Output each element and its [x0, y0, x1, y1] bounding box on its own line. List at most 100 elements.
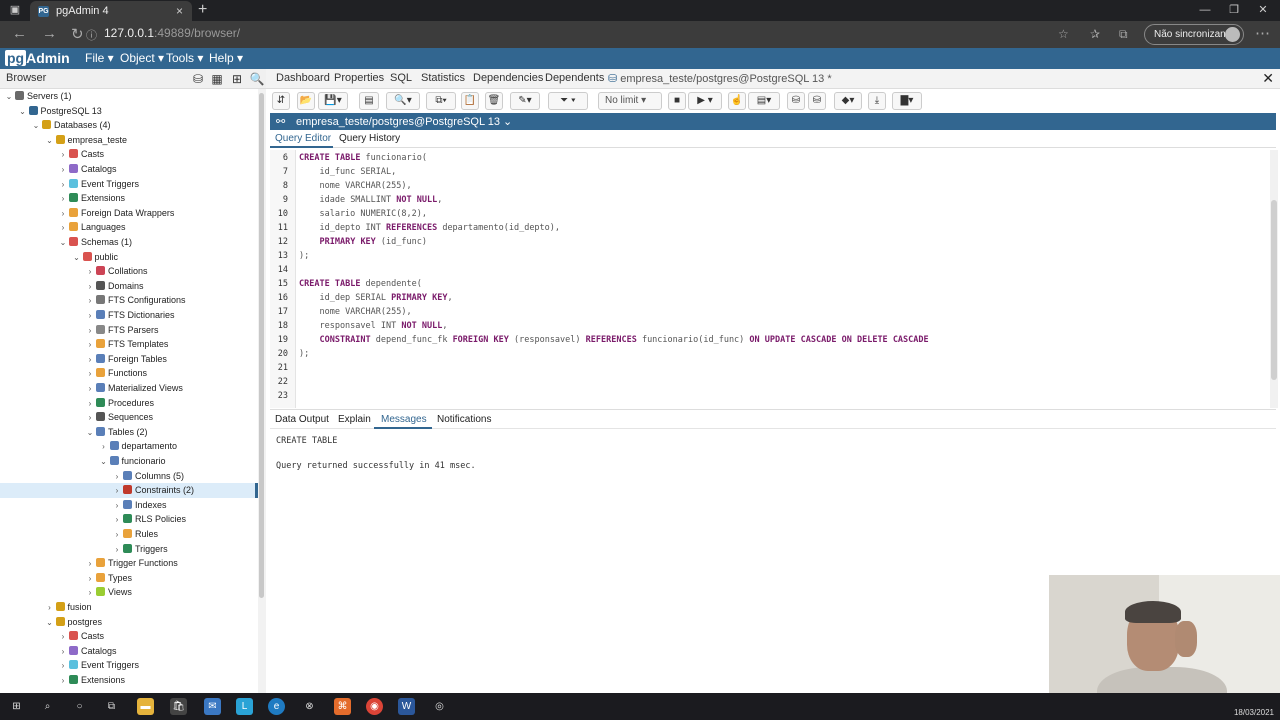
edge-icon[interactable]: e [268, 698, 285, 715]
tree-item[interactable]: › Views [0, 585, 258, 600]
chevron-down-icon[interactable]: ⌄ [58, 236, 68, 251]
tree-item[interactable]: › Casts [0, 147, 258, 162]
explain-analyze-icon[interactable]: ▤▾ [748, 92, 780, 110]
tree-item[interactable]: › Indexes [0, 498, 258, 513]
task-view-icon[interactable]: ⧉ [103, 698, 120, 715]
tree-item[interactable]: › Foreign Tables [0, 352, 258, 367]
chevron-right-icon[interactable]: › [58, 674, 68, 689]
info-icon[interactable]: ⓘ [86, 27, 97, 43]
chevron-right-icon[interactable]: › [58, 178, 68, 193]
chrome-icon[interactable]: ◉ [366, 698, 383, 715]
find-replace-icon[interactable]: ▤ [359, 92, 379, 110]
browser-tab[interactable]: PG pgAdmin 4 × [30, 1, 192, 21]
tree-item[interactable]: › Foreign Data Wrappers [0, 206, 258, 221]
code-line[interactable]: 7 id_func SERIAL, [270, 165, 1270, 179]
chevron-right-icon[interactable]: › [85, 294, 95, 309]
tree-item[interactable]: › Rules [0, 527, 258, 542]
chevron-right-icon[interactable]: › [85, 309, 95, 324]
limit-select[interactable]: No limit ▾ [598, 92, 662, 110]
menu-tools[interactable]: Tools ▾ [166, 51, 203, 65]
paste-icon[interactable]: 📋 [461, 92, 479, 110]
tree-item[interactable]: › Catalogs [0, 644, 258, 659]
tree-item[interactable]: › Columns (5) [0, 469, 258, 484]
app-circle-icon[interactable]: ◎ [431, 698, 448, 715]
tree-item[interactable]: ⌄ Tables (2) [0, 425, 258, 440]
tree-item[interactable]: › FTS Dictionaries [0, 308, 258, 323]
tree-item[interactable]: › Extensions [0, 191, 258, 206]
editor-scroll-thumb[interactable] [1271, 200, 1277, 380]
tree-item[interactable]: › RLS Policies [0, 512, 258, 527]
tree-item[interactable]: › Functions [0, 366, 258, 381]
code-line[interactable]: 11 id_depto INT REFERENCES departamento(… [270, 221, 1270, 235]
chevron-right-icon[interactable]: › [99, 440, 109, 455]
new-tab-icon[interactable]: + [198, 1, 207, 19]
macros-icon[interactable]: ▇▾ [892, 92, 922, 110]
chevron-right-icon[interactable]: › [85, 382, 95, 397]
code-line[interactable]: 16 id_dep SERIAL PRIMARY KEY, [270, 291, 1270, 305]
chevron-right-icon[interactable]: › [112, 528, 122, 543]
chevron-down-icon[interactable]: ⌄ [99, 455, 109, 470]
chevron-right-icon[interactable]: › [58, 163, 68, 178]
tab-properties[interactable]: Properties [334, 72, 384, 84]
code-line[interactable]: 21 [270, 361, 1270, 375]
tree-item[interactable]: ⌄ Databases (4) [0, 118, 258, 133]
code-line[interactable]: 20); [270, 347, 1270, 361]
menu-help[interactable]: Help ▾ [209, 51, 243, 65]
code-line[interactable]: 8 nome VARCHAR(255), [270, 179, 1270, 193]
forward-icon[interactable]: → [42, 25, 57, 42]
tree-item[interactable]: › Triggers [0, 542, 258, 557]
code-line[interactable]: 18 responsavel INT NOT NULL, [270, 319, 1270, 333]
close-window-icon[interactable]: ✕ [1256, 3, 1270, 17]
chevron-right-icon[interactable]: › [85, 265, 95, 280]
tree-item[interactable]: ⌄ funcionario [0, 454, 258, 469]
tree-item[interactable]: › Event Triggers [0, 177, 258, 192]
chevron-right-icon[interactable]: › [85, 411, 95, 426]
code-line[interactable]: 10 salario NUMERIC(8,2), [270, 207, 1270, 221]
tree-item[interactable]: › Trigger Functions [0, 556, 258, 571]
code-line[interactable]: 15 CREATE TABLE dependente( [270, 277, 1270, 291]
explain-icon[interactable]: ☝ [728, 92, 746, 110]
tree-scrollbar[interactable] [258, 89, 266, 693]
chevron-down-icon[interactable]: ⌄ [85, 426, 95, 441]
tree-item[interactable]: › departamento [0, 439, 258, 454]
chevron-down-icon[interactable]: ⌄ [45, 616, 55, 631]
tab-query-history[interactable]: Query History [339, 133, 400, 144]
chevron-down-icon[interactable]: ⌄ [4, 90, 14, 105]
file-explorer-icon[interactable]: ▬ [137, 698, 154, 715]
tab-messages[interactable]: Messages [381, 414, 427, 425]
maximize-icon[interactable]: ❐ [1227, 3, 1241, 17]
tab-statistics[interactable]: Statistics [421, 72, 465, 84]
app-orange-icon[interactable]: ⌘ [334, 698, 351, 715]
tree-item[interactable]: › Extensions [0, 673, 258, 688]
sql-editor[interactable]: 6 CREATE TABLE funcionario(7 id_func SERI… [270, 150, 1270, 408]
url-field[interactable]: 127.0.0.1:49889/browser/ [104, 26, 240, 40]
tree-item[interactable]: › Languages [0, 220, 258, 235]
chevron-down-icon[interactable]: ⌄ [31, 119, 41, 134]
tree-item[interactable]: ⌄ postgres [0, 615, 258, 630]
tab-dependencies[interactable]: Dependencies [473, 72, 543, 84]
tree-item[interactable]: › FTS Configurations [0, 293, 258, 308]
chevron-right-icon[interactable]: › [58, 630, 68, 645]
collections-icon[interactable]: ⧉ [1119, 27, 1128, 42]
editor-scrollbar[interactable] [1270, 150, 1278, 408]
tab-dependents[interactable]: Dependents [545, 72, 604, 84]
close-tab-icon[interactable]: × [176, 4, 183, 18]
tree-item[interactable]: › Catalogs [0, 162, 258, 177]
tree-item[interactable]: ⌄ Schemas (1) [0, 235, 258, 250]
search-icon[interactable]: ⌕ [39, 698, 56, 715]
filter-icon[interactable]: ⏷ ▾ [548, 92, 588, 110]
save-file-icon[interactable]: 💾▾ [318, 92, 348, 110]
filter-rows-icon[interactable]: ⊞ [229, 71, 245, 87]
chevron-right-icon[interactable]: › [85, 338, 95, 353]
chevron-right-icon[interactable]: › [112, 543, 122, 558]
tab-sql[interactable]: SQL [390, 72, 412, 84]
code-line[interactable]: 9 idade SMALLINT NOT NULL, [270, 193, 1270, 207]
download-icon[interactable]: ⤓ [868, 92, 886, 110]
close-panel-icon[interactable]: ✕ [1262, 70, 1274, 87]
tree-item[interactable]: ⌄ PostgreSQL 13 [0, 104, 258, 119]
chevron-right-icon[interactable]: › [85, 557, 95, 572]
chevron-right-icon[interactable]: › [58, 221, 68, 236]
word-icon[interactable]: W [398, 698, 415, 715]
tab-notifications[interactable]: Notifications [437, 414, 491, 425]
store-icon[interactable]: 🛍 [170, 698, 187, 715]
